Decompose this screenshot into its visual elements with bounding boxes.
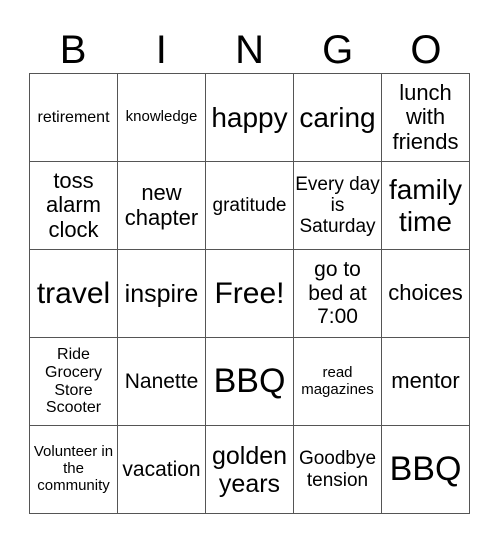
bingo-cell[interactable]: go to bed at 7:00 [293,249,382,338]
header-letter-g: G [322,28,354,72]
card-row: toss alarm clock new chapter gratitude E… [29,161,470,250]
bingo-cell[interactable]: new chapter [117,161,206,250]
bingo-cell[interactable]: gratitude [205,161,294,250]
bingo-cell[interactable]: Volunteer in the community [29,425,118,514]
bingo-cell[interactable]: mentor [381,337,470,426]
bingo-cell[interactable]: lunch with friends [381,73,470,162]
card-row: Volunteer in the community vacation gold… [29,425,470,514]
free-space[interactable]: Free! [205,249,294,338]
bingo-cell[interactable]: travel [29,249,118,338]
bingo-cell[interactable]: happy [205,73,294,162]
card-row: retirement knowledge happy caring lunch … [29,73,470,162]
bingo-header: B I N G O [29,28,470,72]
card-row: travel inspire Free! go to bed at 7:00 c… [29,249,470,338]
bingo-cell[interactable]: inspire [117,249,206,338]
bingo-cell[interactable]: knowledge [117,73,206,162]
header-letter-n: N [235,28,264,72]
bingo-card: retirement knowledge happy caring lunch … [29,73,470,514]
bingo-cell[interactable]: read magazines [293,337,382,426]
header-letter-i: I [155,28,167,72]
bingo-cell[interactable]: Ride Grocery Store Scooter [29,337,118,426]
bingo-cell[interactable]: BBQ [205,337,294,426]
header-letter-b: B [59,28,87,72]
bingo-cell[interactable]: toss alarm clock [29,161,118,250]
bingo-cell[interactable]: Every day is Saturday [293,161,382,250]
bingo-cell[interactable]: caring [293,73,382,162]
bingo-cell[interactable]: choices [381,249,470,338]
bingo-cell[interactable]: Nanette [117,337,206,426]
bingo-cell[interactable]: vacation [117,425,206,514]
bingo-cell[interactable]: BBQ [381,425,470,514]
bingo-cell[interactable]: golden years [205,425,294,514]
bingo-cell[interactable]: family time [381,161,470,250]
header-letter-o: O [410,28,442,72]
bingo-cell[interactable]: Goodbye tension [293,425,382,514]
bingo-cell[interactable]: retirement [29,73,118,162]
card-row: Ride Grocery Store Scooter Nanette BBQ r… [29,337,470,426]
